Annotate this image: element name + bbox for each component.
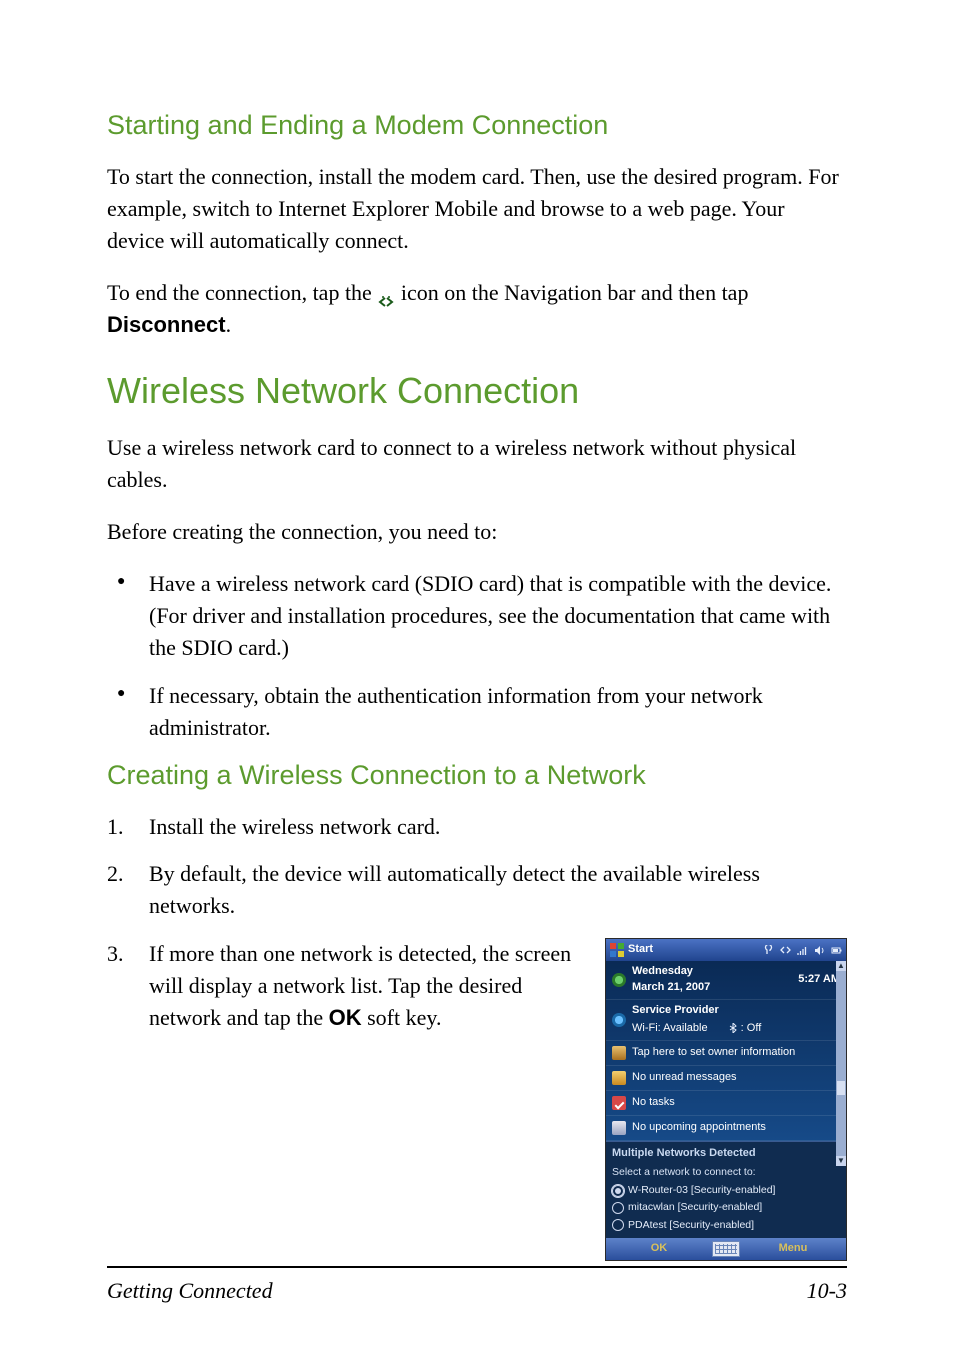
bullet-auth-info: If necessary, obtain the authentication … <box>107 680 847 744</box>
appointments-row[interactable]: No upcoming appointments <box>606 1116 846 1141</box>
date-row[interactable]: Wednesday March 21, 2007 5:27 AM <box>606 961 846 1000</box>
tasks-text: No tasks <box>632 1095 840 1111</box>
time-text: 5:27 AM <box>798 972 840 988</box>
scroll-down-button[interactable]: ▼ <box>836 1156 846 1166</box>
scrollbar[interactable]: ▲ ▼ <box>836 961 846 1166</box>
speaker-icon[interactable] <box>814 945 825 956</box>
text-fragment: icon on the Navigation bar and then tap <box>401 280 749 305</box>
footer-page-number: 10-3 <box>807 1278 847 1304</box>
tasks-icon <box>612 1096 626 1110</box>
owner-info-text: Tap here to set owner information <box>632 1045 840 1061</box>
date-text: March 21, 2007 <box>632 981 710 993</box>
service-row[interactable]: Service Provider Wi-Fi: Available : Off <box>606 1000 846 1041</box>
softkey-ok[interactable]: OK <box>606 1241 712 1257</box>
key-icon <box>763 945 774 956</box>
appointments-text: No upcoming appointments <box>632 1120 840 1136</box>
ok-key-label: OK <box>329 1005 362 1030</box>
softkey-menu[interactable]: Menu <box>740 1241 846 1257</box>
heading-starting-ending: Starting and Ending a Modem Connection <box>107 110 847 141</box>
keyboard-icon[interactable] <box>712 1241 740 1257</box>
wifi-status-text: Wi-Fi: Available <box>632 1021 708 1037</box>
windows-flag-icon <box>610 943 624 957</box>
service-provider-text: Service Provider <box>632 1004 719 1016</box>
disconnect-label: Disconnect <box>107 312 226 337</box>
owner-icon <box>612 1046 626 1060</box>
paragraph-before-creating: Before creating the connection, you need… <box>107 516 847 548</box>
text-fragment: To end the connection, tap the <box>107 280 377 305</box>
device-screenshot: Start <box>605 938 847 1261</box>
antenna-icon <box>612 1013 626 1027</box>
network-option-0[interactable]: W-Router-03 [Security-enabled] <box>612 1182 840 1199</box>
messages-text: No unread messages <box>632 1070 840 1086</box>
weekday-text: Wednesday <box>632 965 693 977</box>
step-auto-detect: By default, the device will automaticall… <box>107 858 847 922</box>
footer-section-title: Getting Connected <box>107 1278 273 1304</box>
radio-icon[interactable] <box>612 1219 624 1231</box>
radio-selected-icon[interactable] <box>612 1185 624 1197</box>
notification-prompt: Select a network to connect to: <box>612 1165 840 1182</box>
heading-creating-wireless-connection: Creating a Wireless Connection to a Netw… <box>107 760 847 791</box>
softkey-bar: OK Menu <box>606 1238 846 1260</box>
notification-title: Multiple Networks Detected <box>612 1144 840 1165</box>
connectivity-icon[interactable] <box>780 945 791 956</box>
signal-icon <box>797 945 808 956</box>
scroll-up-button[interactable]: ▲ <box>836 961 846 971</box>
owner-info-row[interactable]: Tap here to set owner information <box>606 1041 846 1066</box>
paragraph-use-wireless-card: Use a wireless network card to connect t… <box>107 432 847 496</box>
clock-icon <box>612 973 626 987</box>
bluetooth-icon <box>728 1023 738 1033</box>
start-button[interactable]: Start <box>628 942 653 958</box>
bullet-sdio-card: Have a wireless network card (SDIO card)… <box>107 568 847 664</box>
connection-icon <box>377 286 395 300</box>
network-option-label: PDAtest [Security-enabled] <box>628 1218 754 1233</box>
radio-icon[interactable] <box>612 1202 624 1214</box>
messages-row[interactable]: No unread messages <box>606 1066 846 1091</box>
tasks-row[interactable]: No tasks <box>606 1091 846 1116</box>
network-option-1[interactable]: mitacwlan [Security-enabled] <box>612 1199 840 1216</box>
step-network-list: If more than one network is detected, th… <box>107 938 847 1261</box>
step-install-card: Install the wireless network card. <box>107 811 847 843</box>
status-icons <box>763 945 842 956</box>
footer-rule <box>107 1266 847 1268</box>
scroll-thumb[interactable] <box>837 1081 845 1095</box>
text-fragment: . <box>226 312 232 337</box>
network-option-label: W-Router-03 [Security-enabled] <box>628 1183 775 1198</box>
text-fragment: soft key. <box>367 1005 441 1030</box>
heading-wireless-network-connection: Wireless Network Connection <box>107 370 847 412</box>
device-titlebar: Start <box>606 939 846 961</box>
network-notification: Multiple Networks Detected Select a netw… <box>606 1141 846 1238</box>
calendar-icon <box>612 1121 626 1135</box>
network-option-label: mitacwlan [Security-enabled] <box>628 1200 762 1215</box>
envelope-icon <box>612 1071 626 1085</box>
paragraph-end-connection: To end the connection, tap the icon on t… <box>107 277 847 341</box>
paragraph-start-connection: To start the connection, install the mod… <box>107 161 847 257</box>
bt-status-text: : Off <box>741 1022 762 1034</box>
network-option-2[interactable]: PDAtest [Security-enabled] <box>612 1217 840 1234</box>
battery-icon <box>831 945 842 956</box>
